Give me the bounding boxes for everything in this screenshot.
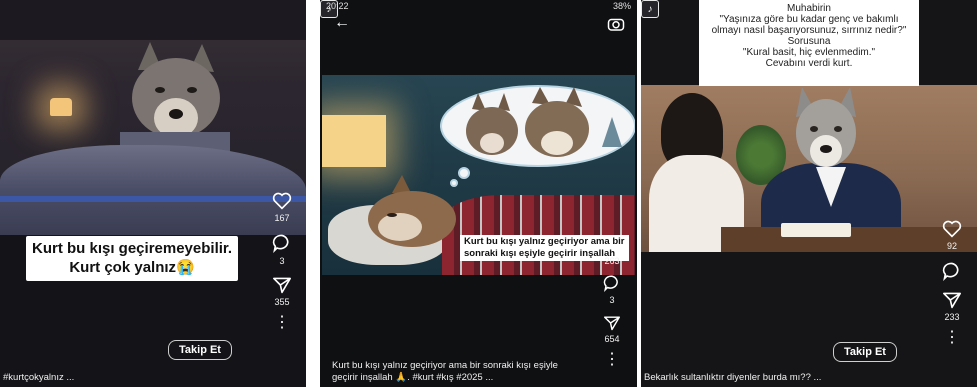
share-button[interactable]: 233 [942, 291, 962, 322]
overlay-line-2: "Yaşınıza göre bu kadar genç ve bakımlı [719, 14, 899, 25]
like-count: 263 [604, 256, 620, 266]
overlay-line-1: Kurt bu kışı geçiremeyebilir. [32, 240, 233, 257]
overlay-line-4: Sorusuna [787, 36, 831, 47]
overlay-line-2: Kurt çok yalnız😭 [69, 259, 195, 276]
caption[interactable]: Bekarlık sultanlıktır diyenler burda mı?… [644, 372, 821, 384]
status-battery: 38% [612, 1, 631, 11]
like-count: 92 [946, 241, 957, 251]
like-button[interactable]: 167 [272, 192, 292, 223]
bubble-dot [458, 167, 470, 179]
bubble-dot [450, 179, 458, 187]
share-button[interactable]: 654 [603, 315, 621, 344]
more-button[interactable]: ⋮ [274, 314, 290, 331]
action-column: 263 3 654 ⋮ [603, 253, 621, 376]
share-count: 654 [604, 334, 620, 344]
camera-icon[interactable] [607, 16, 625, 32]
comment-button[interactable] [942, 261, 962, 281]
wolf-in-bed-image [0, 0, 306, 235]
comment-icon [603, 275, 618, 292]
overlay-line-3: olmayı nasıl başarıyorsunuz, sırrınız ne… [711, 25, 907, 36]
interview-image [641, 85, 977, 252]
status-time: 20:22 [326, 1, 349, 11]
comment-icon [942, 262, 959, 281]
follow-button[interactable]: Takip Et [168, 340, 232, 360]
reel-panel-3: Muhabirin "Yaşınıza göre bu kadar genç v… [641, 0, 977, 387]
caption-line-2: geçirir inşallah 🙏. #kurt #kış #2025 ... [332, 372, 494, 383]
share-count: 233 [944, 312, 960, 322]
overlay-line-5: "Kural basit, hiç evlenmedim." [742, 47, 876, 58]
overlay-line-1: Kurt bu kışı yalnız geçiriyor ama bir [464, 236, 625, 247]
wolf-illustration [120, 42, 230, 160]
share-count: 355 [274, 297, 290, 307]
caption-line-1: Kurt bu kışı yalnız geçiriyor ama bir so… [332, 360, 558, 371]
like-button[interactable]: 92 [942, 220, 962, 251]
share-icon [604, 316, 620, 331]
caption[interactable]: Kurt bu kışı yalnız geçiriyor ama bir so… [332, 360, 558, 384]
lamp-glow [50, 98, 72, 116]
share-icon [942, 292, 961, 309]
more-button[interactable]: ⋮ [944, 329, 960, 346]
back-icon[interactable]: ← [334, 14, 350, 32]
comment-icon [272, 234, 289, 253]
text-overlay: Muhabirin "Yaşınıza göre bu kadar genç v… [699, 0, 919, 86]
action-column: 167 3 355 ⋮ [272, 192, 292, 339]
thought-bubble [440, 85, 635, 167]
reel-panel-2: 20:22 38% ← Kurt bu kışı yalnız geçiriyo… [320, 0, 637, 387]
heart-icon [272, 192, 292, 210]
more-button[interactable]: ⋮ [604, 351, 620, 368]
more-icon: ⋮ [944, 329, 960, 346]
like-count: 167 [274, 213, 290, 223]
reel-panel-1: Kurt bu kışı geçiremeyebilir. Kurt çok y… [0, 0, 306, 387]
status-bar: 20:22 38% [320, 0, 637, 12]
follow-button[interactable]: Takip Et [833, 342, 897, 362]
overlay-line-6: Cevabını verdi kurt. [765, 58, 853, 69]
caption[interactable]: #kurtçokyalnız ... [3, 372, 74, 384]
blanket-stripe [0, 196, 306, 202]
text-overlay: Kurt bu kışı geçiremeyebilir. Kurt çok y… [26, 236, 239, 281]
open-book [781, 223, 851, 237]
share-icon [273, 277, 291, 294]
overlay-line-1: Muhabirin [787, 3, 831, 14]
action-column: 92 233 ⋮ [942, 220, 962, 354]
heart-icon [942, 220, 962, 238]
wolf-head-illustration [796, 87, 856, 167]
dark-background [0, 0, 306, 40]
comment-button[interactable]: 3 [272, 233, 292, 266]
overlay-line-2: sonraki kışı eşiyle geçirir inşallah [464, 248, 616, 259]
lamp [322, 115, 386, 167]
comment-button[interactable]: 3 [603, 274, 621, 305]
sleeping-wolf-illustration [368, 175, 456, 247]
music-icon[interactable]: ♪ [641, 0, 659, 18]
comment-count: 3 [279, 256, 285, 266]
wolf-couple-illustration [466, 87, 622, 157]
more-icon: ⋮ [274, 314, 290, 331]
more-icon: ⋮ [604, 351, 620, 368]
share-button[interactable]: 355 [272, 276, 292, 307]
comment-count: 3 [609, 295, 615, 305]
blanket [0, 145, 306, 235]
